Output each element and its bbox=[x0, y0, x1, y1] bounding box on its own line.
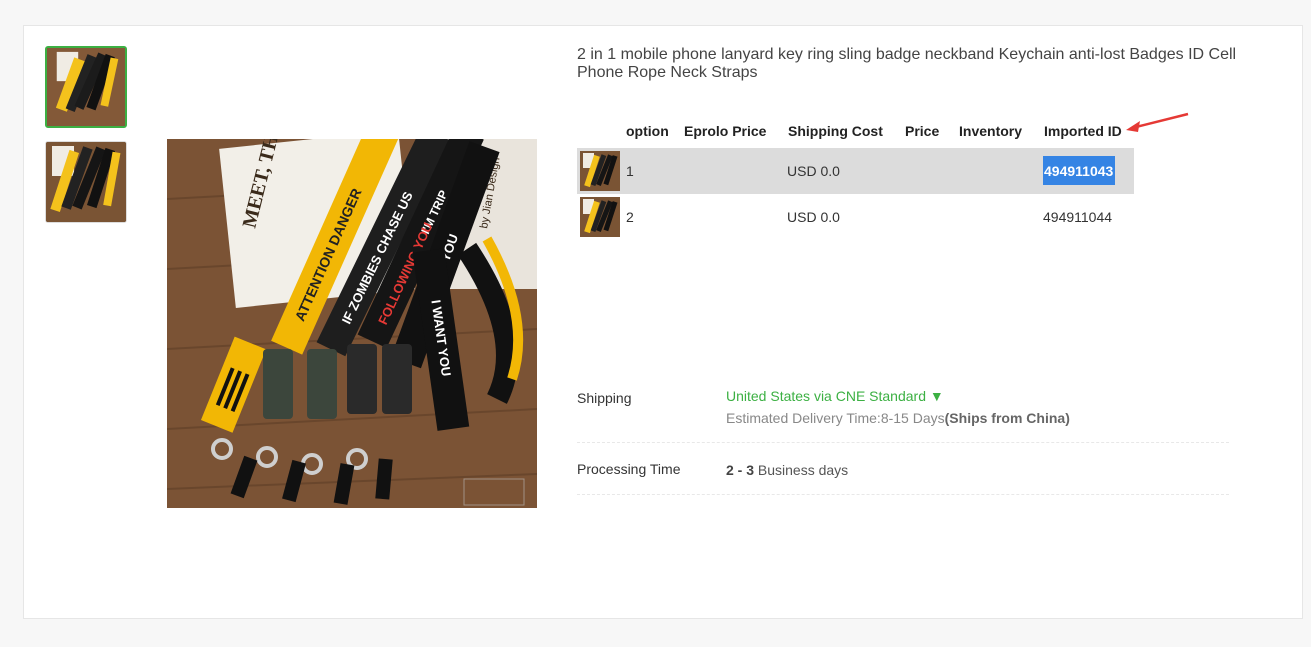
processing-time-value: 2 - 3 Business days bbox=[726, 462, 848, 478]
gallery-thumbnail-2[interactable] bbox=[45, 141, 127, 223]
main-product-image: MEET, THEN; MISS, OR LOVE. by Jian Desig… bbox=[167, 139, 537, 508]
gallery-thumbnail-1[interactable] bbox=[45, 46, 127, 128]
lanyard-thumbnail-image bbox=[47, 48, 125, 126]
processing-time-label: Processing Time bbox=[577, 461, 681, 477]
column-header-inventory: Inventory bbox=[959, 123, 1023, 139]
table-row[interactable]: 1 USD 0.0 494911043 bbox=[577, 148, 1134, 194]
table-row[interactable]: 2 USD 0.0 494911044 bbox=[577, 194, 1134, 240]
lanyard-photo: MEET, THEN; MISS, OR LOVE. by Jian Desig… bbox=[167, 139, 537, 508]
lanyard-thumbnail-image bbox=[46, 142, 126, 222]
delivery-estimate: Estimated Delivery Time:8-15 Days(Ships … bbox=[726, 410, 1070, 426]
divider bbox=[577, 442, 1229, 443]
variant-option: 2 bbox=[626, 209, 634, 225]
product-card: MEET, THEN; MISS, OR LOVE. by Jian Desig… bbox=[23, 25, 1303, 619]
variant-shipping-cost: USD 0.0 bbox=[787, 163, 840, 179]
shipping-method-dropdown[interactable]: United States via CNE Standard ▼ bbox=[726, 388, 944, 404]
variant-imported-id-selected[interactable]: 494911043 bbox=[1043, 156, 1116, 185]
product-title: 2 in 1 mobile phone lanyard key ring sli… bbox=[577, 46, 1237, 81]
processing-unit: Business days bbox=[754, 462, 849, 478]
shipping-label: Shipping bbox=[577, 390, 632, 406]
delivery-estimate-time: Estimated Delivery Time:8-15 Days bbox=[726, 410, 945, 426]
variant-option: 1 bbox=[626, 163, 634, 179]
variant-shipping-cost: USD 0.0 bbox=[787, 209, 840, 225]
column-header-imported-id: Imported ID bbox=[1044, 123, 1122, 139]
divider bbox=[577, 494, 1229, 495]
column-header-eprolo-price: Eprolo Price bbox=[684, 123, 767, 139]
variant-thumbnail bbox=[580, 151, 620, 191]
column-header-price: Price bbox=[905, 123, 940, 139]
delivery-origin: (Ships from China) bbox=[944, 410, 1070, 426]
red-arrow-annotation-icon bbox=[1126, 112, 1189, 132]
column-header-shipping-cost: Shipping Cost bbox=[788, 123, 883, 139]
processing-days: 2 - 3 bbox=[726, 462, 755, 478]
variant-thumbnail bbox=[580, 197, 620, 237]
column-header-option: option bbox=[626, 123, 669, 139]
variant-imported-id[interactable]: 494911044 bbox=[1043, 209, 1112, 225]
